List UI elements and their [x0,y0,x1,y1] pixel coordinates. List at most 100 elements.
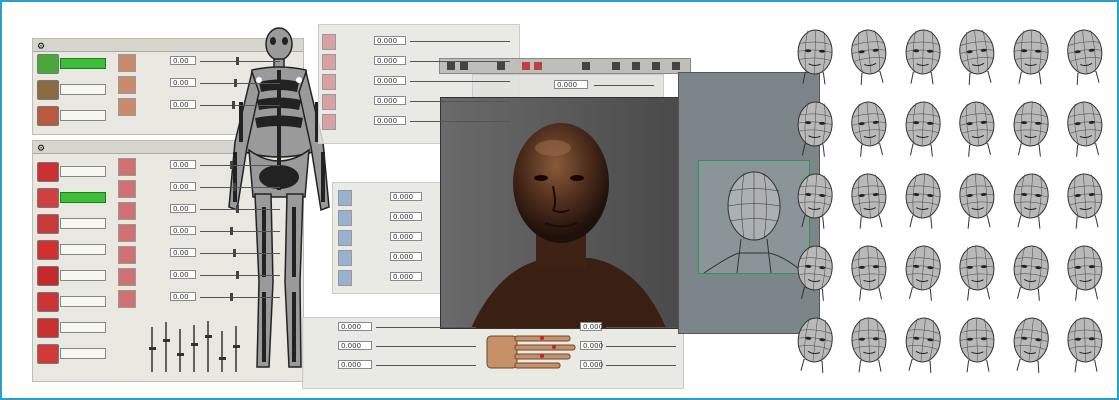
row-value-field[interactable]: 0.00 [170,226,196,235]
row-value-field[interactable]: 0.000 [580,360,603,369]
row-swatch-icon [338,190,352,206]
row-slider-track[interactable] [200,187,280,188]
row-slider-track[interactable] [376,365,476,366]
item-thumbnail-icon[interactable] [37,266,59,286]
wireframe-head-thumbnail [792,26,833,85]
wireframe-head-thumbnail [792,314,833,374]
item-thumbnail-icon[interactable] [37,106,59,126]
row-value-field[interactable]: 0.00 [170,248,196,257]
item-thumbnail-icon[interactable] [37,344,59,364]
viewport-field-slider[interactable] [594,85,654,86]
row-value-field[interactable]: 0.00 [170,292,196,301]
row-slider-track[interactable] [606,346,676,347]
row-value-field[interactable]: 0.00 [170,78,196,87]
row-value-field[interactable]: 0.000 [338,322,372,331]
row-value-field[interactable]: 0.000 [338,341,372,350]
row-slider-track[interactable] [410,81,510,82]
wireframe-head-thumbnail [954,26,995,86]
row-value-field[interactable]: 0.000 [580,322,603,331]
row-value-field[interactable]: 0.00 [170,270,196,279]
row-value-field[interactable]: 0.000 [374,96,406,105]
row-value-field[interactable]: 0.000 [390,212,422,221]
item-thumbnail-icon[interactable] [37,292,59,312]
top-item-tag[interactable] [60,110,106,121]
item-thumbnail-icon[interactable] [37,318,59,338]
row-value-field[interactable]: 0.000 [374,36,406,45]
row-value-field[interactable]: 0.00 [170,160,196,169]
top-item-tag[interactable] [60,58,106,69]
bottom-item-tag[interactable] [60,270,106,281]
bottom-item-tag[interactable] [60,322,106,333]
wireframe-head-thumbnail [1008,314,1049,374]
row-slider-knob[interactable] [233,249,236,257]
row-slider-track[interactable] [606,327,676,328]
row-slider-knob[interactable] [234,79,237,87]
row-swatch-icon [118,98,136,116]
row-swatch-icon [118,54,136,72]
row-value-field[interactable]: 0.000 [390,192,422,201]
wireframe-head-thumbnail [1062,314,1103,373]
row-slider-knob[interactable] [233,183,236,191]
row-swatch-icon [338,210,352,226]
row-slider-knob[interactable] [230,227,233,235]
row-slider-knob[interactable] [232,101,235,109]
row-value-field[interactable]: 0.000 [390,252,422,261]
wireframe-head-thumbnail [846,170,887,229]
row-slider-knob[interactable] [230,161,233,169]
row-value-field[interactable]: 0.000 [390,232,422,241]
row-value-field[interactable]: 0.000 [580,341,603,350]
row-slider-knob[interactable] [236,57,239,65]
row-slider-track[interactable] [376,327,476,328]
row-slider-knob[interactable] [230,293,233,301]
row-value-field[interactable]: 0.00 [170,56,196,65]
bottom-item-tag[interactable] [60,218,106,229]
row-swatch-icon [322,34,336,50]
row-value-field[interactable]: 0.000 [338,360,372,369]
row-slider-track[interactable] [200,83,280,84]
hand-graphic [486,335,576,369]
item-thumbnail-icon[interactable] [37,162,59,182]
bottom-item-tag[interactable] [60,244,106,255]
row-slider-track[interactable] [606,365,676,366]
row-slider-track[interactable] [200,61,280,62]
row-slider-track[interactable] [410,121,510,122]
bottom-item-tag[interactable] [60,348,106,359]
item-thumbnail-icon[interactable] [37,188,59,208]
item-thumbnail-icon[interactable] [37,240,59,260]
item-thumbnail-icon[interactable] [37,80,59,100]
row-slider-track[interactable] [200,231,280,232]
row-swatch-icon [118,76,136,94]
bottom-item-tag[interactable] [60,166,106,177]
row-slider-track[interactable] [410,61,510,62]
row-value-field[interactable]: 0.00 [170,182,196,191]
row-slider-track[interactable] [376,346,476,347]
item-thumbnail-icon[interactable] [37,214,59,234]
row-swatch-icon [118,268,136,286]
row-slider-track[interactable] [200,105,280,106]
row-value-field[interactable]: 0.00 [170,204,196,213]
row-slider-track[interactable] [200,297,280,298]
row-slider-track[interactable] [410,101,510,102]
row-value-field[interactable]: 0.00 [170,100,196,109]
row-value-field[interactable]: 0.000 [374,76,406,85]
row-value-field[interactable]: 0.000 [390,272,422,281]
row-swatch-icon [322,94,336,110]
viewport-field-input[interactable]: 0.000 [554,80,588,89]
bottom-item-tag[interactable] [60,296,106,307]
row-slider-track[interactable] [410,41,510,42]
bottom-item-tag[interactable] [60,192,106,203]
wireframe-head-thumbnail [846,314,887,373]
top-item-tag[interactable] [60,84,106,95]
row-slider-track[interactable] [200,275,280,276]
row-swatch-icon [338,230,352,246]
item-thumbnail-icon[interactable] [37,54,59,74]
wireframe-head-thumbnail [792,242,833,301]
row-swatch-icon [118,202,136,220]
row-slider-track[interactable] [200,165,280,166]
row-value-field[interactable]: 0.000 [374,56,406,65]
row-slider-track[interactable] [200,209,280,210]
row-value-field[interactable]: 0.000 [374,116,406,125]
row-slider-knob[interactable] [236,271,239,279]
row-slider-knob[interactable] [236,205,239,213]
row-slider-track[interactable] [200,253,280,254]
